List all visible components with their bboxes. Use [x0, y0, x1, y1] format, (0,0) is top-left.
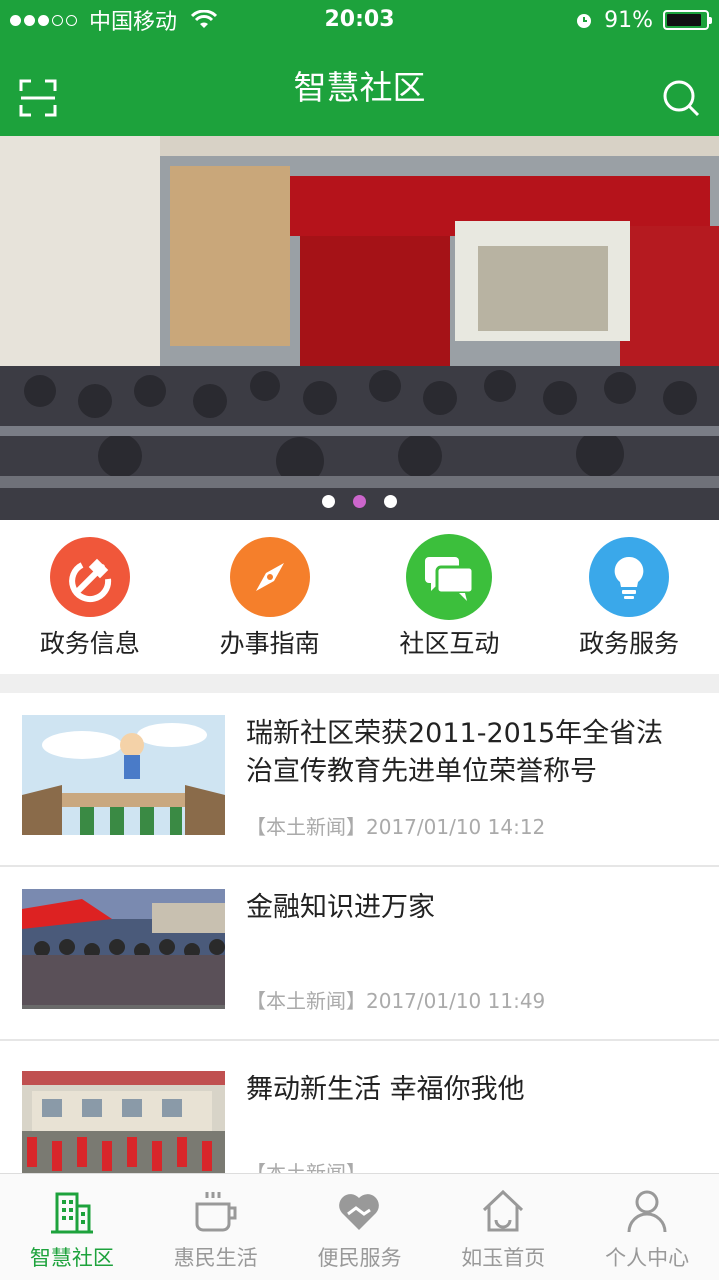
quick-menu-label: 办事指南	[219, 629, 320, 658]
news-item[interactable]: 瑞新社区荣获2011-2015年全省法治宣传教育先进单位荣誉称号 【本土新闻】2…	[0, 693, 719, 867]
quick-menu-label: 政务服务	[579, 629, 680, 658]
tab-benefit-life[interactable]: 惠民生活	[144, 1174, 288, 1280]
news-meta: 【本土新闻】2017/01/10 14:12	[246, 815, 546, 839]
lightbulb-icon	[589, 537, 670, 617]
tab-label: 惠民生活	[173, 1246, 258, 1270]
tab-bar: 智慧社区 惠民生活 便民服务 如玉首页 个人中心	[0, 1173, 719, 1280]
carousel-dot[interactable]	[322, 495, 335, 508]
chat-bubbles-icon	[406, 534, 493, 620]
page-title: 智慧社区	[293, 68, 426, 107]
tab-convenience-service[interactable]: 便民服务	[288, 1174, 432, 1280]
tab-personal-center[interactable]: 个人中心	[575, 1174, 719, 1280]
building-icon	[50, 1192, 93, 1234]
tab-label: 便民服务	[317, 1246, 402, 1270]
tab-label: 智慧社区	[29, 1246, 114, 1270]
tab-label: 如玉首页	[461, 1246, 546, 1270]
quick-menu-label: 政务信息	[39, 629, 140, 658]
status-bar: 中国移动 20:03 91%	[0, 0, 719, 40]
news-list: 瑞新社区荣获2011-2015年全省法治宣传教育先进单位荣誉称号 【本土新闻】2…	[0, 693, 719, 1173]
quick-menu-item-guide[interactable]: 办事指南	[180, 520, 360, 674]
news-thumbnail	[22, 715, 225, 835]
heart-handshake-icon	[339, 1194, 380, 1230]
battery-percent: 91%	[604, 7, 653, 33]
news-title: 瑞新社区荣获2011-2015年全省法治宣传教育先进单位荣誉称号	[246, 718, 664, 787]
news-item[interactable]: 金融知识进万家 【本土新闻】2017/01/10 11:49	[0, 867, 719, 1041]
home-icon	[483, 1189, 524, 1232]
carousel-indicator	[0, 495, 719, 508]
tab-smart-community[interactable]: 智慧社区	[0, 1174, 144, 1280]
battery-icon	[663, 10, 712, 30]
party-emblem-icon	[49, 537, 130, 617]
news-title: 舞动新生活 幸福你我他	[246, 1074, 525, 1105]
tab-label: 个人中心	[605, 1246, 690, 1270]
news-item[interactable]: 舞动新生活 幸福你我他 【本土新闻】	[0, 1049, 719, 1173]
news-meta: 【本土新闻】	[246, 1161, 366, 1173]
section-divider	[0, 674, 719, 693]
status-right: 91%	[574, 0, 712, 40]
search-icon[interactable]	[661, 78, 701, 118]
news-thumbnail	[22, 889, 225, 1009]
coffee-cup-icon	[195, 1192, 237, 1232]
carousel-dot[interactable]	[384, 495, 397, 508]
news-title: 金融知识进万家	[246, 892, 435, 923]
user-icon	[627, 1190, 667, 1233]
tab-ruyu-home[interactable]: 如玉首页	[431, 1174, 575, 1280]
banner-carousel[interactable]	[0, 136, 719, 520]
quick-menu-label: 社区互动	[399, 629, 500, 658]
news-meta: 【本土新闻】2017/01/10 11:49	[246, 989, 546, 1013]
quick-menu-item-gov-service[interactable]: 政务服务	[539, 520, 719, 674]
nav-bar: 智慧社区	[0, 40, 719, 136]
quick-menu-item-gov-info[interactable]: 政务信息	[0, 520, 180, 674]
alarm-icon	[577, 14, 592, 28]
carousel-dot-active[interactable]	[353, 495, 366, 508]
news-thumbnail	[22, 1071, 225, 1173]
banner-image	[0, 136, 719, 520]
quick-menu: 政务信息 办事指南 社区互动 政务服务	[0, 520, 719, 674]
quick-menu-item-community[interactable]: 社区互动	[360, 520, 540, 674]
compass-icon	[229, 537, 310, 617]
